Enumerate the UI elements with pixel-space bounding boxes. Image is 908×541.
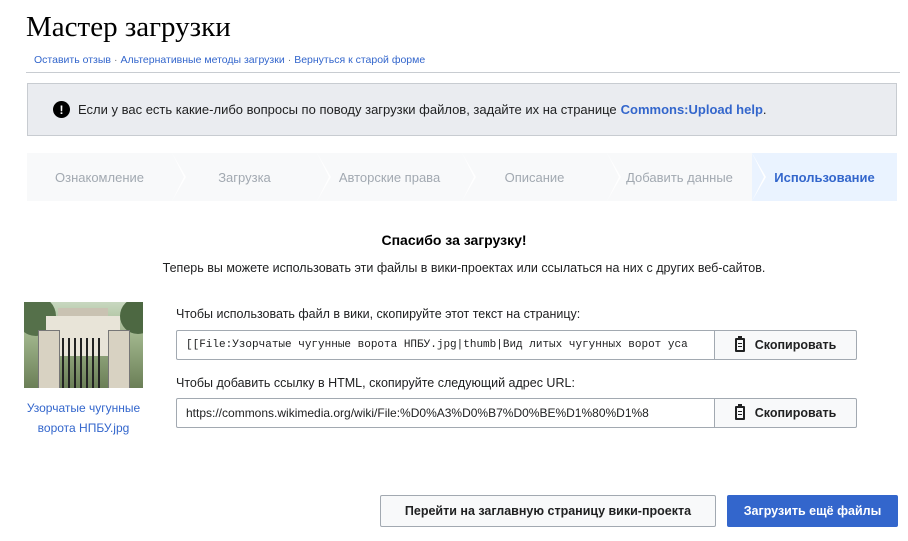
exclamation-icon: ! xyxy=(53,101,70,118)
step-label: Добавить данные xyxy=(626,169,733,185)
clipboard-icon xyxy=(734,404,745,420)
file-thumbnail[interactable] xyxy=(24,302,143,388)
step-describe: Описание xyxy=(462,153,621,201)
header-divider xyxy=(26,72,900,73)
thanks-heading: Спасибо за загрузку! xyxy=(381,232,527,248)
url-field[interactable]: https://commons.wikimedia.org/wiki/File:… xyxy=(176,398,715,428)
old-form-link[interactable]: Вернуться к старой форме xyxy=(294,54,425,66)
feedback-link[interactable]: Оставить отзыв xyxy=(34,54,111,66)
step-label: Описание xyxy=(504,169,565,185)
wizard-steps: Ознакомление Загрузка Авторские права Оп… xyxy=(27,153,897,201)
notice-suffix: . xyxy=(762,102,767,117)
alternative-methods-link[interactable]: Альтернативные методы загрузки xyxy=(120,54,284,66)
copy-button-label: Скопировать xyxy=(754,338,837,352)
clipboard-icon xyxy=(734,336,745,352)
thanks-subtext: Теперь вы можете использовать эти файлы … xyxy=(162,261,766,275)
step-label: Загрузка xyxy=(218,169,271,185)
wiki-copy-label: Чтобы использовать файл в вики, скопируй… xyxy=(176,307,581,321)
upload-help-link[interactable]: Commons:Upload help xyxy=(621,102,763,117)
go-to-main-page-button[interactable]: Перейти на заглавную страницу вики-проек… xyxy=(380,495,716,527)
header-links: Оставить отзыв · Альтернативные методы заг… xyxy=(34,54,425,66)
step-use: Использование xyxy=(752,153,897,201)
step-add-data: Добавить данные xyxy=(607,153,766,201)
copy-button-label: Скопировать xyxy=(754,406,837,420)
wiki-copy-row: [[File:Узорчатые чугунные ворота НПБУ.jp… xyxy=(176,330,857,360)
page-title: Мастер загрузки xyxy=(26,11,231,43)
url-copy-row: https://commons.wikimedia.org/wiki/File:… xyxy=(176,398,857,428)
copy-wikitext-button[interactable]: Скопировать xyxy=(715,330,857,360)
step-label: Ознакомление xyxy=(55,169,144,185)
step-license: Авторские права xyxy=(317,153,476,201)
wikitext-field[interactable]: [[File:Узорчатые чугунные ворота НПБУ.jp… xyxy=(176,330,715,360)
notice-text: Если у вас есть какие-либо вопросы по по… xyxy=(78,102,617,117)
copy-url-button[interactable]: Скопировать xyxy=(715,398,857,428)
step-label: Авторские права xyxy=(338,169,441,185)
notice-box: ! Если у вас есть какие-либо вопросы по … xyxy=(27,83,897,136)
step-learn: Ознакомление xyxy=(27,153,186,201)
file-caption-link[interactable]: Узорчатые чугунные ворота НПБУ.jpg xyxy=(24,398,143,438)
step-label: Использование xyxy=(774,169,875,185)
url-copy-label: Чтобы добавить ссылку в HTML, скопируйте… xyxy=(176,376,575,390)
step-upload: Загрузка xyxy=(172,153,331,201)
link-separator: · xyxy=(287,54,292,66)
upload-more-files-button[interactable]: Загрузить ещё файлы xyxy=(727,495,898,527)
